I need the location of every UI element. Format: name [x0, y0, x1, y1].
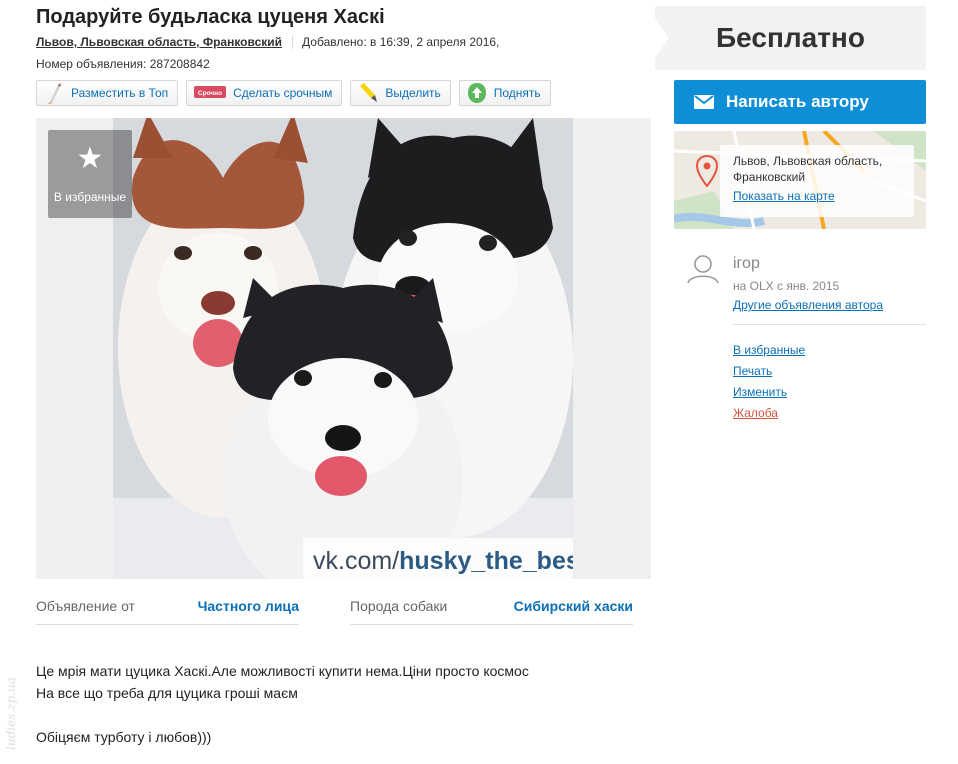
- location-link[interactable]: Львов, Львовская область, Франковский: [36, 35, 282, 49]
- favorite-label: В избранные: [53, 190, 127, 204]
- description-line: На все що треба для цуцика гроші маєм: [36, 685, 298, 701]
- edit-link[interactable]: Изменить: [733, 382, 805, 403]
- user-avatar-icon: [686, 254, 720, 289]
- price-notch: [655, 18, 669, 58]
- param-value[interactable]: Сибирский хаски: [514, 598, 633, 614]
- price-box: Бесплатно: [655, 6, 926, 70]
- description-line: [36, 704, 529, 726]
- complaint-link[interactable]: Жалоба: [733, 403, 805, 424]
- favorite-button[interactable]: ★ В избранные: [48, 130, 132, 218]
- print-link[interactable]: Печать: [733, 361, 805, 382]
- show-on-map-link[interactable]: Показать на карте: [733, 189, 835, 203]
- urgent-button[interactable]: Срочно Сделать срочным: [186, 80, 343, 106]
- urgent-tag-icon: Срочно: [193, 82, 227, 104]
- highlight-button-label: Выделить: [385, 86, 441, 100]
- write-author-label: Написать автору: [726, 92, 869, 111]
- envelope-icon: [694, 95, 714, 109]
- star-icon: ★: [76, 142, 104, 175]
- ad-number: Номер объявления: 287208842: [36, 57, 210, 71]
- param-key: Объявление от: [36, 598, 135, 614]
- svg-text:Срочно: Срочно: [198, 90, 222, 97]
- sidebar-links: В избранные Печать Изменить Жалоба: [733, 340, 805, 424]
- urgent-button-label: Сделать срочным: [233, 86, 333, 100]
- up-arrow-icon: [466, 82, 488, 104]
- top-button[interactable]: Разместить в Топ: [36, 80, 179, 106]
- promo-actions: Разместить в Топ Срочно Сделать срочным …: [36, 80, 551, 106]
- add-to-favorites-link[interactable]: В избранные: [733, 340, 805, 361]
- photo-gallery[interactable]: vk.com/husky_the_best ★ В избранные: [36, 118, 651, 579]
- map-pin-icon: [695, 154, 719, 192]
- user-since: на OLX с янв. 2015: [733, 279, 840, 293]
- marker-icon: [357, 82, 379, 104]
- raise-button-label: Поднять: [493, 86, 541, 100]
- meta-divider: [292, 35, 294, 49]
- param-key: Порода собаки: [350, 598, 448, 614]
- user-name: ігор: [733, 255, 760, 272]
- rocket-icon: [43, 82, 65, 104]
- description-line: Обіцяєм турботу і любов))): [36, 729, 212, 745]
- write-author-button[interactable]: Написать автору: [674, 80, 926, 124]
- description-line: Це мрія мати цуцика Хаскі.Але можливості…: [36, 663, 529, 679]
- other-ads-link[interactable]: Другие объявления автора: [733, 298, 883, 312]
- added-date: Добавлено: в 16:39, 2 апреля 2016,: [302, 35, 500, 49]
- param-breed: Порода собаки Сибирский хаски: [350, 598, 633, 625]
- page-watermark: ludies.zp.ua: [4, 677, 18, 750]
- raise-button[interactable]: Поднять: [458, 80, 551, 106]
- highlight-button[interactable]: Выделить: [350, 80, 451, 106]
- map-card: Львов, Львовская область, Франковский По…: [720, 145, 914, 217]
- sidebar-divider: [733, 324, 926, 325]
- map-address: Львов, Львовская область, Франковский: [733, 154, 883, 184]
- top-button-label: Разместить в Топ: [71, 86, 169, 100]
- photo-watermark: vk.com/husky_the_best: [313, 547, 573, 575]
- puppy-front: [223, 278, 463, 579]
- description: Це мрія мати цуцика Хаскі.Але можливості…: [36, 660, 529, 748]
- map-preview[interactable]: Львов, Львовская область, Франковский По…: [674, 131, 926, 229]
- param-seller: Объявление от Частного лица: [36, 598, 299, 625]
- listing-title: Подаруйте будьласка цуценя Хаскі: [36, 6, 385, 28]
- param-value[interactable]: Частного лица: [198, 598, 299, 614]
- husky-puppies-photo: vk.com/husky_the_best: [113, 118, 573, 579]
- listing-meta: Львов, Львовская область, Франковский Доб…: [36, 35, 499, 49]
